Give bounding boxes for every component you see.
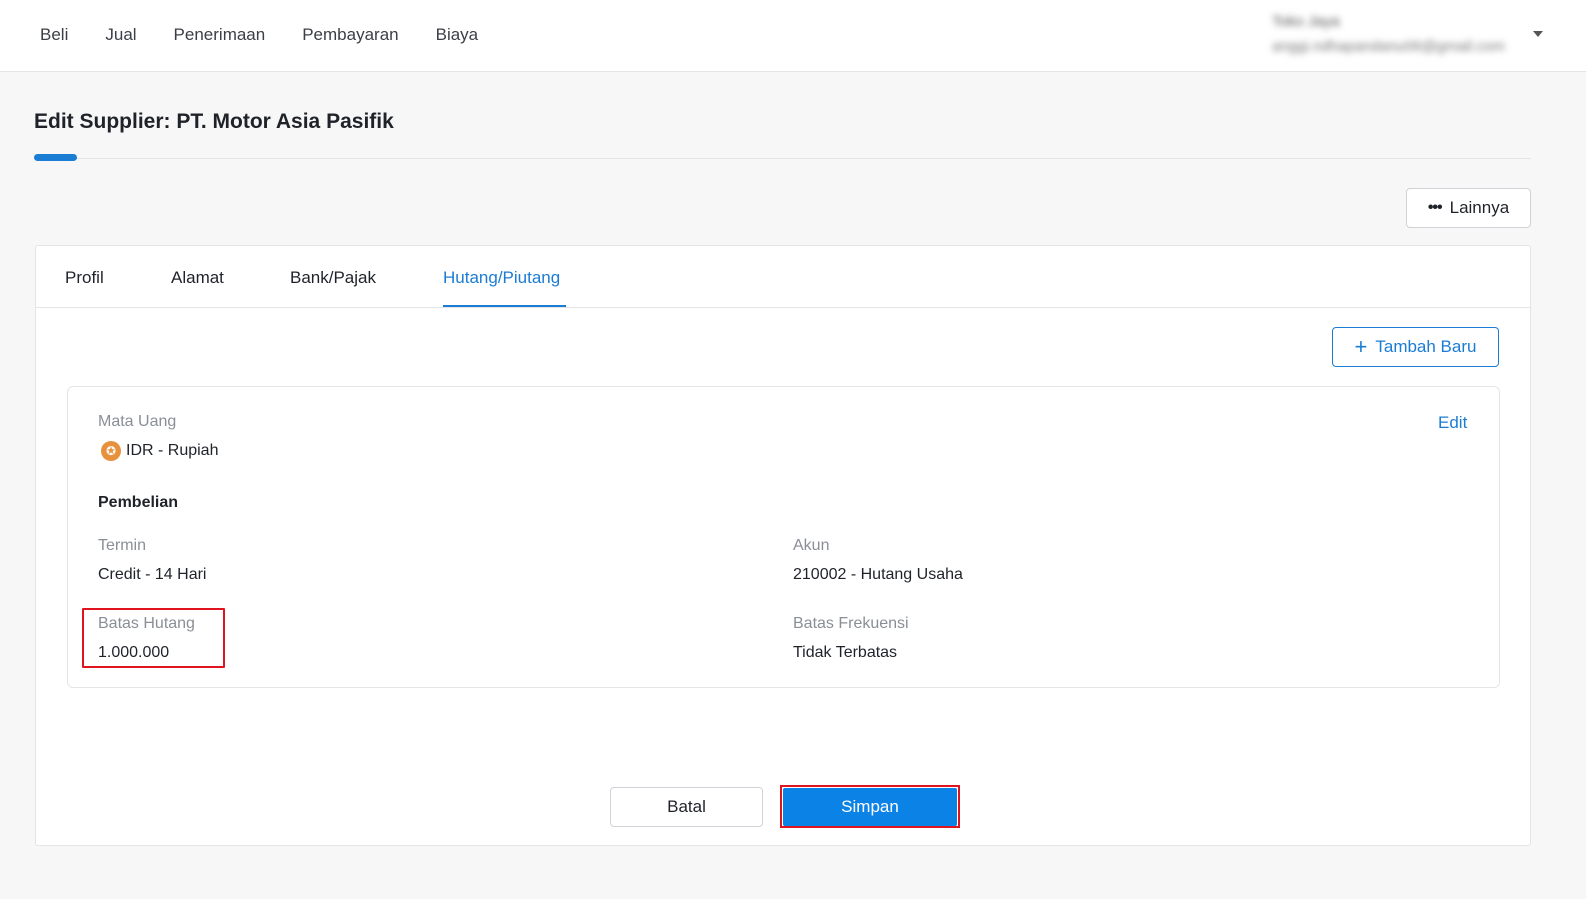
more-dots-icon: ••• bbox=[1427, 199, 1443, 216]
currency-label: Mata Uang bbox=[98, 413, 177, 430]
currency-badge-icon: ✪ bbox=[101, 441, 121, 461]
menu-item-jual[interactable]: Jual bbox=[105, 24, 136, 46]
user-email: anggi.ndhapandanu06@gmail.com bbox=[1272, 38, 1505, 55]
menu-item-beli[interactable]: Beli bbox=[40, 24, 68, 46]
currency-value: IDR - Rupiah bbox=[126, 442, 219, 459]
akun-value: 210002 - Hutang Usaha bbox=[793, 566, 963, 583]
menu-item-pembayaran[interactable]: Pembayaran bbox=[302, 24, 398, 46]
save-button[interactable]: Simpan bbox=[783, 788, 957, 826]
edit-link[interactable]: Edit bbox=[1438, 413, 1467, 433]
highlight-box-batas-hutang bbox=[82, 608, 225, 668]
more-button-label: Lainnya bbox=[1449, 198, 1510, 217]
tab-profil[interactable]: Profil bbox=[65, 267, 104, 289]
plus-icon: + bbox=[1354, 334, 1368, 359]
title-accent-bar bbox=[34, 154, 77, 161]
page-title: Edit Supplier: PT. Motor Asia Pasifik bbox=[34, 110, 394, 133]
add-new-button[interactable]: + Tambah Baru bbox=[1332, 327, 1499, 367]
tab-bank-pajak[interactable]: Bank/Pajak bbox=[290, 267, 376, 289]
active-tab-indicator bbox=[443, 305, 566, 307]
batas-frekuensi-value: Tidak Terbatas bbox=[793, 644, 898, 661]
more-button[interactable]: ••• Lainnya bbox=[1406, 188, 1531, 228]
menu-item-penerimaan[interactable]: Penerimaan bbox=[174, 24, 266, 46]
title-divider bbox=[34, 158, 1531, 159]
main-menu: Beli Jual Penerimaan Pembayaran Biaya bbox=[40, 24, 515, 46]
add-new-label: Tambah Baru bbox=[1375, 337, 1477, 356]
section-title-pembelian: Pembelian bbox=[98, 494, 179, 511]
akun-label: Akun bbox=[793, 537, 830, 554]
user-menu[interactable]: Toko Jaya anggi.ndhapandanu06@gmail.com bbox=[1272, 12, 1532, 60]
menu-item-biaya[interactable]: Biaya bbox=[436, 24, 479, 46]
top-navbar: Beli Jual Penerimaan Pembayaran Biaya To… bbox=[0, 0, 1586, 72]
batas-frekuensi-label: Batas Frekuensi bbox=[793, 615, 909, 632]
chevron-down-icon[interactable] bbox=[1533, 31, 1543, 37]
user-name: Toko Jaya bbox=[1272, 13, 1340, 30]
cancel-button[interactable]: Batal bbox=[610, 787, 763, 827]
termin-value: Credit - 14 Hari bbox=[98, 566, 207, 583]
tab-alamat[interactable]: Alamat bbox=[171, 267, 224, 289]
payable-detail-box: Mata Uang ✪ IDR - Rupiah Edit Pembelian … bbox=[67, 386, 1500, 688]
tab-hutang-piutang[interactable]: Hutang/Piutang bbox=[443, 267, 560, 289]
tab-bar: Profil Alamat Bank/Pajak Hutang/Piutang bbox=[36, 246, 1530, 308]
supplier-form-card: Profil Alamat Bank/Pajak Hutang/Piutang … bbox=[35, 245, 1531, 846]
termin-label: Termin bbox=[98, 537, 147, 554]
